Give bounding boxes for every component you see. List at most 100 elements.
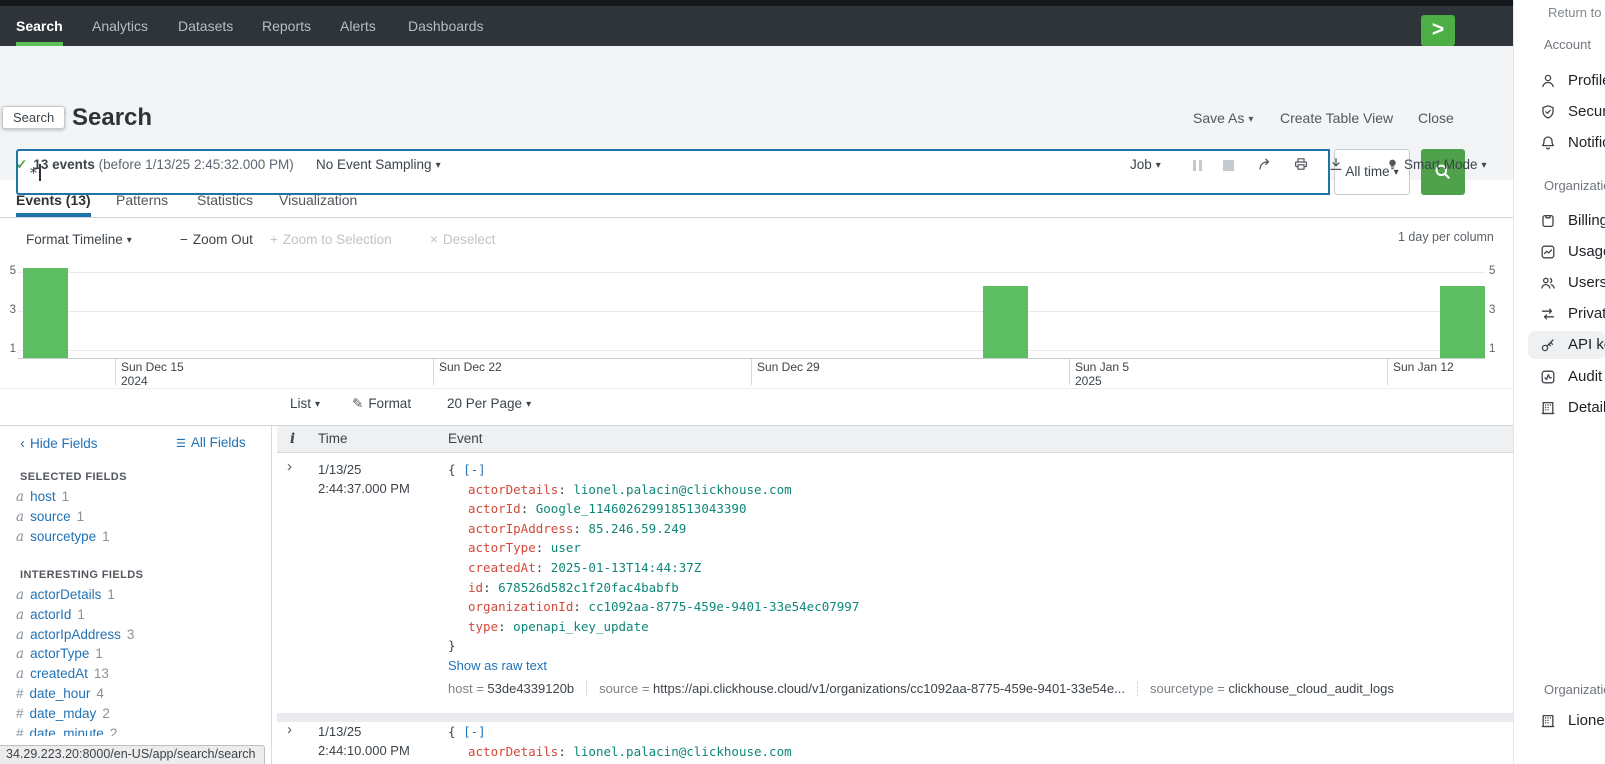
panel-item-api-keys[interactable]: API keys xyxy=(1568,335,1605,355)
json-key: actorId xyxy=(468,501,536,516)
tab-statistics[interactable]: Statistics xyxy=(197,188,253,217)
nav-item-datasets[interactable]: Datasets xyxy=(178,6,233,46)
x-axis-label: Sun Jan 12 xyxy=(1393,360,1454,374)
field-name[interactable]: date_hour xyxy=(30,686,91,701)
close-button[interactable]: Close xyxy=(1418,110,1454,126)
return-link[interactable]: Return to xyxy=(1548,5,1601,20)
host-field[interactable]: host53de4339120b xyxy=(448,681,574,696)
panel-item-notifications[interactable]: Notifications xyxy=(1568,133,1605,153)
histogram-bar[interactable] xyxy=(23,268,68,358)
panel-item-billing[interactable]: Billing xyxy=(1568,211,1605,231)
field-name[interactable]: date_mday xyxy=(30,706,97,721)
field-actorIpAddress[interactable]: aactorIpAddress3 xyxy=(16,625,266,645)
histogram-bar[interactable] xyxy=(983,286,1028,358)
field-actorId[interactable]: aactorId1 xyxy=(16,605,266,625)
search-mode-menu[interactable]: Smart Mode xyxy=(1404,152,1487,178)
field-actorDetails[interactable]: aactorDetails1 xyxy=(16,585,266,605)
panel-item-audit[interactable]: Audit xyxy=(1568,367,1602,387)
all-fields-link[interactable]: ☰All Fields xyxy=(176,435,246,450)
field-name[interactable]: actorId xyxy=(30,607,71,622)
nav-item-search[interactable]: Search xyxy=(16,6,63,46)
cloud-settings-panel: Return to AccountProfileSecurityNotifica… xyxy=(1513,0,1605,764)
tab-patterns[interactable]: Patterns xyxy=(116,188,168,217)
field-name[interactable]: sourcetype xyxy=(30,529,96,544)
json-value[interactable]: 85.246.59.249 xyxy=(588,521,686,536)
download-icon[interactable] xyxy=(1328,156,1344,172)
panel-item-private-endpoints[interactable]: Private endpoints xyxy=(1568,304,1605,324)
json-collapse-link[interactable]: [-] xyxy=(463,724,486,739)
field-host[interactable]: ahost1 xyxy=(16,487,266,507)
nav-item-alerts[interactable]: Alerts xyxy=(340,6,376,46)
timeline-histogram[interactable] xyxy=(18,258,1485,359)
field-actorType[interactable]: a actorType 1 xyxy=(16,644,266,664)
sourcetype-field[interactable]: sourcetypeclickhouse_cloud_audit_logs xyxy=(1137,681,1394,696)
zoom-out-button[interactable]: Zoom Out xyxy=(180,228,253,252)
splunk-logo-icon[interactable]: > xyxy=(1421,15,1455,46)
nav-item-reports[interactable]: Reports xyxy=(262,6,311,46)
panel-item-usage[interactable]: Usage xyxy=(1568,242,1605,262)
json-value[interactable]: Google_114602629918513043390 xyxy=(536,501,747,516)
field-name[interactable]: source xyxy=(30,509,71,524)
pause-icon[interactable] xyxy=(1193,160,1196,171)
y-axis-label: 1 xyxy=(2,343,16,355)
json-key: actorType xyxy=(468,540,551,555)
nav-item-analytics[interactable]: Analytics xyxy=(92,6,148,46)
x-axis-label: Sun Jan 5 xyxy=(1075,360,1129,374)
panel-item-details[interactable]: Details xyxy=(1568,398,1605,418)
field-name[interactable]: host xyxy=(30,489,56,504)
field-date_hour[interactable]: #date_hour4 xyxy=(16,684,266,704)
field-source[interactable]: asource1 xyxy=(16,507,266,527)
tab-events[interactable]: Events (13) xyxy=(16,188,91,217)
panel-item-security[interactable]: Security xyxy=(1568,102,1605,122)
expand-row-chevron[interactable]: › xyxy=(287,721,292,738)
nav-item-dashboards[interactable]: Dashboards xyxy=(408,6,484,46)
per-page-menu[interactable]: 20 Per Page xyxy=(447,392,531,416)
json-value[interactable]: cc1092aa-8775-459e-9401-33e54ec07997 xyxy=(588,599,859,614)
field-count: 4 xyxy=(96,686,104,701)
hide-fields-link[interactable]: Hide Fields xyxy=(20,435,98,452)
panel-item-users[interactable]: Users xyxy=(1568,273,1605,293)
json-collapse-link[interactable]: [-] xyxy=(463,462,486,477)
field-name[interactable]: actorDetails xyxy=(30,587,101,602)
json-value[interactable]: lionel.palacin@clickhouse.com xyxy=(573,482,791,497)
tab-visualization[interactable]: Visualization xyxy=(279,188,357,217)
field-date_mday[interactable]: #date_mday2 xyxy=(16,704,266,724)
create-table-view-button[interactable]: Create Table View xyxy=(1280,110,1393,126)
numeric-field-icon: # xyxy=(16,706,24,721)
x-tick-mark xyxy=(1069,359,1070,385)
save-as-button[interactable]: Save As xyxy=(1193,110,1253,126)
results-tabs: Events (13) Patterns Statistics Visualiz… xyxy=(0,188,1513,218)
json-value[interactable]: openapi_key_update xyxy=(513,619,648,634)
y-axis-label: 1 xyxy=(1489,343,1503,355)
json-value[interactable]: user xyxy=(551,540,581,555)
list-view-menu[interactable]: List xyxy=(290,392,320,416)
panel-item-lionel[interactable]: Lionel xyxy=(1568,711,1605,731)
field-name[interactable]: date_minute xyxy=(30,726,104,736)
field-name[interactable]: actorIpAddress xyxy=(30,627,121,642)
event-sampling-menu[interactable]: No Event Sampling xyxy=(316,152,441,178)
billing-icon xyxy=(1540,213,1556,229)
gridline xyxy=(18,350,1485,351)
string-field-icon: a xyxy=(16,646,24,662)
field-name[interactable]: createdAt xyxy=(30,666,88,681)
field-count: 1 xyxy=(95,646,103,661)
share-icon[interactable] xyxy=(1258,156,1274,172)
histogram-bar[interactable] xyxy=(1440,286,1485,358)
field-sourcetype[interactable]: asourcetype1 xyxy=(16,527,266,547)
job-menu[interactable]: Job xyxy=(1130,152,1161,178)
x-tick-mark xyxy=(751,359,752,385)
json-value[interactable]: 2025-01-13T14:44:37Z xyxy=(551,560,702,575)
json-value[interactable]: lionel.palacin@clickhouse.com xyxy=(573,744,791,759)
format-timeline-menu[interactable]: Format Timeline xyxy=(26,228,132,252)
expand-row-chevron[interactable]: › xyxy=(287,458,292,475)
field-createdAt[interactable]: acreatedAt13 xyxy=(16,664,266,684)
print-icon[interactable] xyxy=(1293,156,1309,172)
json-value[interactable]: 678526d582c1f20fac4babfb xyxy=(498,580,679,595)
format-results-button[interactable]: ✎Format xyxy=(352,392,411,416)
field-name[interactable]: actorType xyxy=(30,646,89,661)
show-raw-text-link[interactable]: Show as raw text xyxy=(448,658,547,673)
stop-icon[interactable] xyxy=(1223,160,1234,171)
panel-item-profile[interactable]: Profile xyxy=(1568,71,1605,91)
field-date_minute[interactable]: #date_minute2 xyxy=(16,724,266,736)
source-field[interactable]: sourcehttps://api.clickhouse.cloud/v1/or… xyxy=(586,681,1125,696)
